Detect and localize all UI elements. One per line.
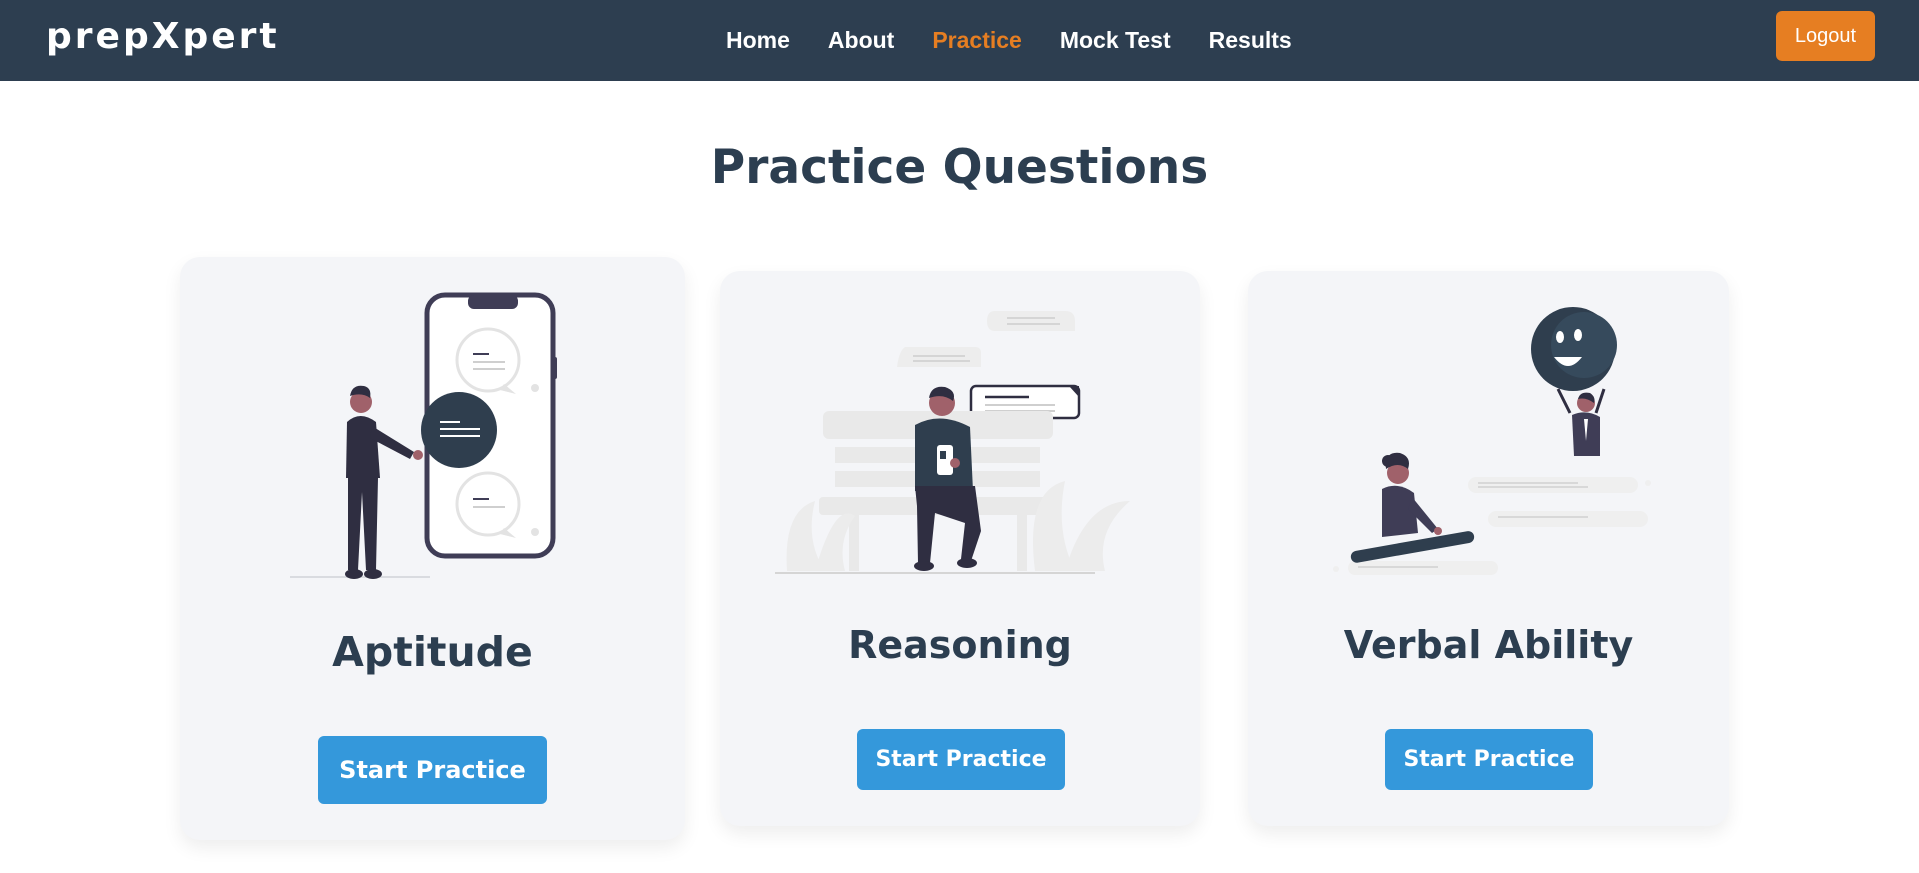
card-title-verbal-ability: Verbal Ability (1343, 623, 1634, 667)
card-verbal-ability: Verbal Ability Start Practice (1248, 271, 1729, 826)
nav-link-about[interactable]: About (828, 27, 894, 54)
person-with-phone-chat-illustration (290, 292, 557, 579)
people-with-smiley-balloon-illustration (1333, 307, 1651, 575)
card-title-reasoning: Reasoning (848, 623, 1072, 667)
start-practice-button-reasoning[interactable]: Start Practice (857, 729, 1065, 790)
nav-link-results[interactable]: Results (1209, 27, 1292, 54)
nav-link-mock-test[interactable]: Mock Test (1060, 27, 1171, 54)
nav-link-home[interactable]: Home (726, 27, 790, 54)
card-aptitude: Aptitude Start Practice (180, 257, 685, 840)
card-reasoning: Reasoning Start Practice (720, 271, 1200, 826)
nav-links: Home About Practice Mock Test Results (726, 0, 1292, 81)
brand-logo[interactable]: prepXpert (46, 16, 280, 57)
start-practice-button-verbal-ability[interactable]: Start Practice (1385, 729, 1593, 790)
person-on-bench-texting-illustration (775, 311, 1130, 574)
page-title: Practice Questions (710, 140, 1209, 195)
navbar: prepXpert Home About Practice Mock Test … (0, 0, 1919, 81)
card-title-aptitude: Aptitude (332, 628, 533, 676)
nav-link-practice[interactable]: Practice (932, 27, 1022, 54)
logout-button[interactable]: Logout (1776, 11, 1875, 61)
start-practice-button-aptitude[interactable]: Start Practice (318, 736, 547, 804)
